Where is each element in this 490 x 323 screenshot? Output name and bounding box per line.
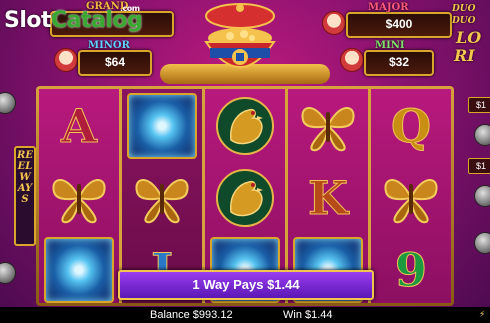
letter-symbol: A bbox=[39, 91, 119, 161]
logo-line1: DUO bbox=[452, 4, 476, 14]
balance-display: Balance $993.12 bbox=[150, 309, 233, 321]
orb-icon bbox=[44, 237, 114, 303]
golden-pot-icon bbox=[204, 3, 276, 68]
letter-symbol: 9 bbox=[371, 235, 451, 305]
win-banner-text: 1 Way Pays $1.44 bbox=[192, 277, 300, 292]
logo-line4: RI bbox=[454, 46, 475, 65]
logo-line2: DUO bbox=[452, 16, 476, 26]
letter-symbol: K bbox=[288, 163, 368, 233]
right-bet-tag-2: $1 bbox=[468, 158, 490, 174]
butterfly-symbol-icon bbox=[122, 163, 202, 233]
logo-line3: LO bbox=[456, 28, 482, 47]
butterfly-symbol-icon bbox=[288, 91, 368, 161]
major-jackpot-value: $400 bbox=[385, 17, 413, 31]
minor-character-icon bbox=[54, 48, 78, 72]
win-display: Win $1.44 bbox=[283, 309, 333, 321]
butterfly-symbol-icon bbox=[371, 163, 451, 233]
slotcatalog-watermark: SlotCatalog .com bbox=[4, 4, 143, 33]
mini-jackpot-label: MINI bbox=[375, 40, 405, 51]
orb-symbol-icon bbox=[122, 91, 202, 161]
status-bar: Balance $993.12 Win $1.44 ⚡ bbox=[0, 307, 490, 323]
right-side-button[interactable] bbox=[474, 124, 490, 146]
turbo-bolt-icon[interactable]: ⚡ bbox=[479, 310, 487, 320]
mini-jackpot-value: $32 bbox=[388, 55, 410, 69]
right-side-button-2[interactable] bbox=[474, 185, 490, 207]
watermark-slot: Slot bbox=[4, 8, 52, 33]
symbol-9-label: 9 bbox=[394, 243, 427, 298]
rooster-symbol-icon bbox=[205, 91, 285, 161]
symbol-A-label: A bbox=[61, 99, 98, 154]
reel-5: Q9 bbox=[371, 89, 451, 303]
minor-jackpot-label: MINOR bbox=[88, 40, 130, 51]
major-character-icon bbox=[322, 11, 346, 35]
letter-symbol: Q bbox=[371, 91, 451, 161]
butterfly-symbol-icon bbox=[39, 163, 119, 233]
symbol-Q-label: Q bbox=[390, 99, 432, 154]
mini-jackpot-plate: $32 bbox=[364, 50, 434, 76]
reel-ways-label: REEL WAYS bbox=[17, 150, 33, 205]
reel-1: A bbox=[39, 89, 119, 303]
major-jackpot-plate: $400 bbox=[346, 12, 452, 38]
spin-button[interactable] bbox=[474, 232, 490, 254]
reel-ways-badge: REEL WAYS bbox=[14, 146, 36, 246]
right-bet-tag: $1 bbox=[468, 97, 490, 113]
symbol-K-label: K bbox=[308, 171, 349, 226]
orb-icon bbox=[127, 93, 197, 159]
game-logo: DUO DUO LO RI bbox=[452, 4, 490, 68]
orb-symbol-icon bbox=[39, 235, 119, 305]
mini-character-icon bbox=[340, 48, 364, 72]
win-banner: 1 Way Pays $1.44 bbox=[118, 270, 374, 300]
rooster-symbol-icon bbox=[205, 163, 285, 233]
minor-jackpot-value: $64 bbox=[104, 55, 126, 69]
minor-jackpot-plate: $64 bbox=[78, 50, 152, 76]
major-jackpot-label: MAJOR bbox=[368, 2, 409, 13]
watermark-com: .com bbox=[120, 4, 140, 13]
